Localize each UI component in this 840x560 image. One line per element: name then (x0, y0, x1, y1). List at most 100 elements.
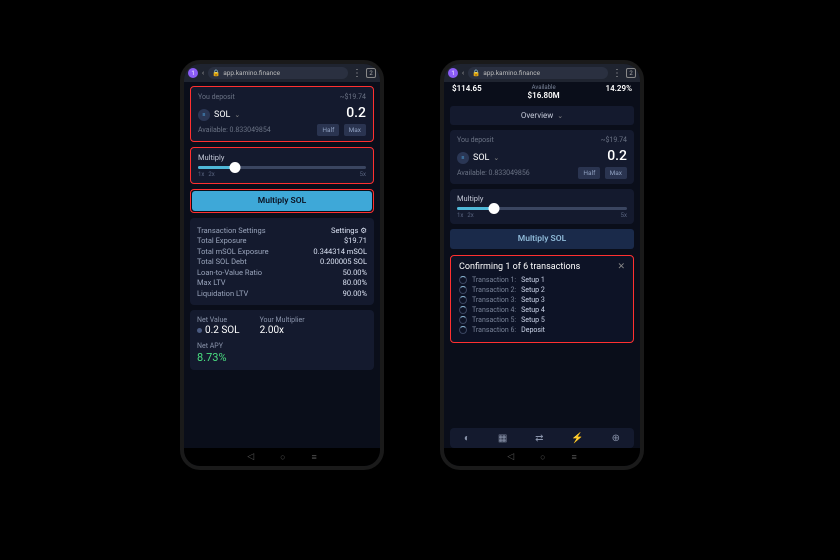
multiply-sol-button[interactable]: Multiply SOL (450, 229, 634, 249)
stat-value: 0.344314 mSOL (313, 247, 367, 256)
tx-label: Transaction 2: (472, 286, 516, 294)
spinner-icon (459, 276, 467, 284)
metric-3: 14.29% (606, 84, 632, 93)
android-nav: ◁ ○ ≡ (184, 448, 380, 466)
deposit-label: You deposit (198, 93, 235, 101)
phone-left: 1 ‹ 🔒 app.kamino.finance ⋮ 2 You deposit… (180, 60, 384, 470)
android-nav: ◁ ○ ≡ (444, 448, 640, 466)
tx-label: Transaction 5: (472, 316, 516, 324)
slider-thumb[interactable] (229, 162, 240, 173)
token-symbol: SOL (214, 110, 230, 120)
stat-value: 50.00% (343, 268, 367, 277)
multiply-label: Multiply (457, 194, 627, 203)
bottom-nav: ◐ ▦ ⇄ ⚡ ⊕ (450, 428, 634, 448)
top-metrics: $114.65 Available $16.80M 14.29% (444, 82, 640, 106)
url-text: app.kamino.finance (483, 69, 540, 77)
token-selector[interactable]: ≡ SOL ⌄ (457, 152, 499, 164)
deposit-card: You deposit ~$19.74 ≡ SOL ⌄ 0.2 Availabl… (450, 130, 634, 184)
gear-icon: ⚙ (360, 226, 367, 235)
stat-label: Max LTV (197, 278, 226, 287)
multiply-slider[interactable] (198, 166, 366, 169)
nav-back-icon[interactable]: ◁ (507, 452, 514, 462)
slider-tick-max: 5x (360, 171, 366, 178)
max-button[interactable]: Max (344, 124, 366, 136)
tx-name: Setup 4 (521, 306, 545, 314)
tab-count[interactable]: 2 (626, 68, 636, 78)
stat-value: 90.00% (343, 289, 367, 298)
slider-tick-1x: 1x (457, 212, 463, 219)
profile-icon[interactable]: 1 (188, 68, 198, 78)
nav-bolt-icon[interactable]: ⚡ (571, 433, 583, 444)
metric-1: $114.65 (452, 84, 482, 93)
nav-coin-icon[interactable]: ◐ (464, 433, 470, 444)
half-button[interactable]: Half (578, 167, 600, 179)
deposit-amount[interactable]: 0.2 (346, 105, 366, 121)
max-button[interactable]: Max (605, 167, 627, 179)
slider-thumb[interactable] (489, 203, 500, 214)
deposit-label: You deposit (457, 136, 494, 144)
spinner-icon (459, 296, 467, 304)
chevron-down-icon: ⌄ (557, 112, 563, 120)
multiply-slider[interactable] (457, 207, 627, 210)
confirm-title: Confirming 1 of 6 transactions (459, 262, 580, 272)
chevron-down-icon: ⌄ (493, 154, 499, 162)
dot-icon (197, 328, 202, 333)
spinner-icon (459, 286, 467, 294)
tx-name: Setup 2 (521, 286, 545, 294)
tx-label: Transaction 6: (472, 326, 516, 334)
stat-value: $19.71 (344, 236, 367, 245)
tx-row: Transaction 5: Setup 5 (459, 316, 625, 324)
stat-label: Liquidation LTV (197, 289, 248, 298)
tab-count[interactable]: 2 (366, 68, 376, 78)
summary-card: Net Value 0.2 SOL Your Multiplier 2.00x … (190, 310, 374, 370)
browser-bar: 1 ‹ 🔒 app.kamino.finance ⋮ 2 (184, 64, 380, 82)
tx-row: Transaction 6: Deposit (459, 326, 625, 334)
nav-home-icon[interactable]: ○ (280, 452, 285, 463)
deposit-amount[interactable]: 0.2 (607, 148, 627, 164)
spinner-icon (459, 306, 467, 314)
multiply-card: Multiply 1x 2x 5x (450, 189, 634, 224)
available-value: 0.833049856 (489, 169, 530, 177)
sol-icon: ≡ (198, 109, 210, 121)
nav-home-icon[interactable]: ○ (540, 452, 545, 463)
nav-recent-icon[interactable]: ≡ (572, 452, 577, 463)
back-icon[interactable]: ‹ (202, 69, 204, 77)
settings-link[interactable]: Settings ⚙ (331, 226, 367, 235)
url-bar[interactable]: 🔒 app.kamino.finance (208, 67, 348, 79)
slider-tick-max: 5x (621, 212, 627, 219)
spinner-icon (459, 316, 467, 324)
kebab-menu-icon[interactable]: ⋮ (352, 68, 362, 79)
available-label: Available: (457, 169, 487, 177)
close-icon[interactable]: ✕ (617, 262, 625, 272)
available-value: 0.833049854 (230, 126, 271, 134)
stat-label: Loan-to-Value Ratio (197, 268, 262, 277)
back-icon[interactable]: ‹ (462, 69, 464, 77)
multiply-sol-button[interactable]: Multiply SOL (192, 191, 372, 211)
metric-2: $16.80M (528, 91, 560, 100)
overview-dropdown[interactable]: Overview ⌄ (450, 106, 634, 125)
nav-globe-icon[interactable]: ⊕ (612, 433, 620, 444)
nav-grid-icon[interactable]: ▦ (498, 433, 507, 444)
half-button[interactable]: Half (317, 124, 339, 136)
confirm-panel: Confirming 1 of 6 transactions ✕ Transac… (450, 255, 634, 343)
sol-icon: ≡ (457, 152, 469, 164)
url-bar[interactable]: 🔒 app.kamino.finance (468, 67, 608, 79)
multiply-card: Multiply 1x 2x 5x (190, 147, 374, 184)
stat-value: 80.00% (343, 278, 367, 287)
profile-icon[interactable]: 1 (448, 68, 458, 78)
nav-swap-icon[interactable]: ⇄ (535, 433, 543, 444)
stat-label: Total SOL Debt (197, 257, 247, 266)
tx-label: Transaction 1: (472, 276, 516, 284)
nav-back-icon[interactable]: ◁ (247, 452, 254, 462)
stats-card: Transaction Settings Settings ⚙ Total Ex… (190, 218, 374, 305)
stat-value: 0.200005 SOL (320, 257, 367, 266)
tx-name: Setup 5 (521, 316, 545, 324)
lock-icon: 🔒 (212, 69, 220, 77)
kebab-menu-icon[interactable]: ⋮ (612, 68, 622, 79)
multiplier-label: Your Multiplier (260, 316, 305, 324)
nav-recent-icon[interactable]: ≡ (312, 452, 317, 463)
lock-icon: 🔒 (472, 69, 480, 77)
phone-right: 1 ‹ 🔒 app.kamino.finance ⋮ 2 $114.65 Ava… (440, 60, 644, 470)
net-value: 0.2 SOL (205, 325, 240, 336)
token-selector[interactable]: ≡ SOL ⌄ (198, 109, 240, 121)
